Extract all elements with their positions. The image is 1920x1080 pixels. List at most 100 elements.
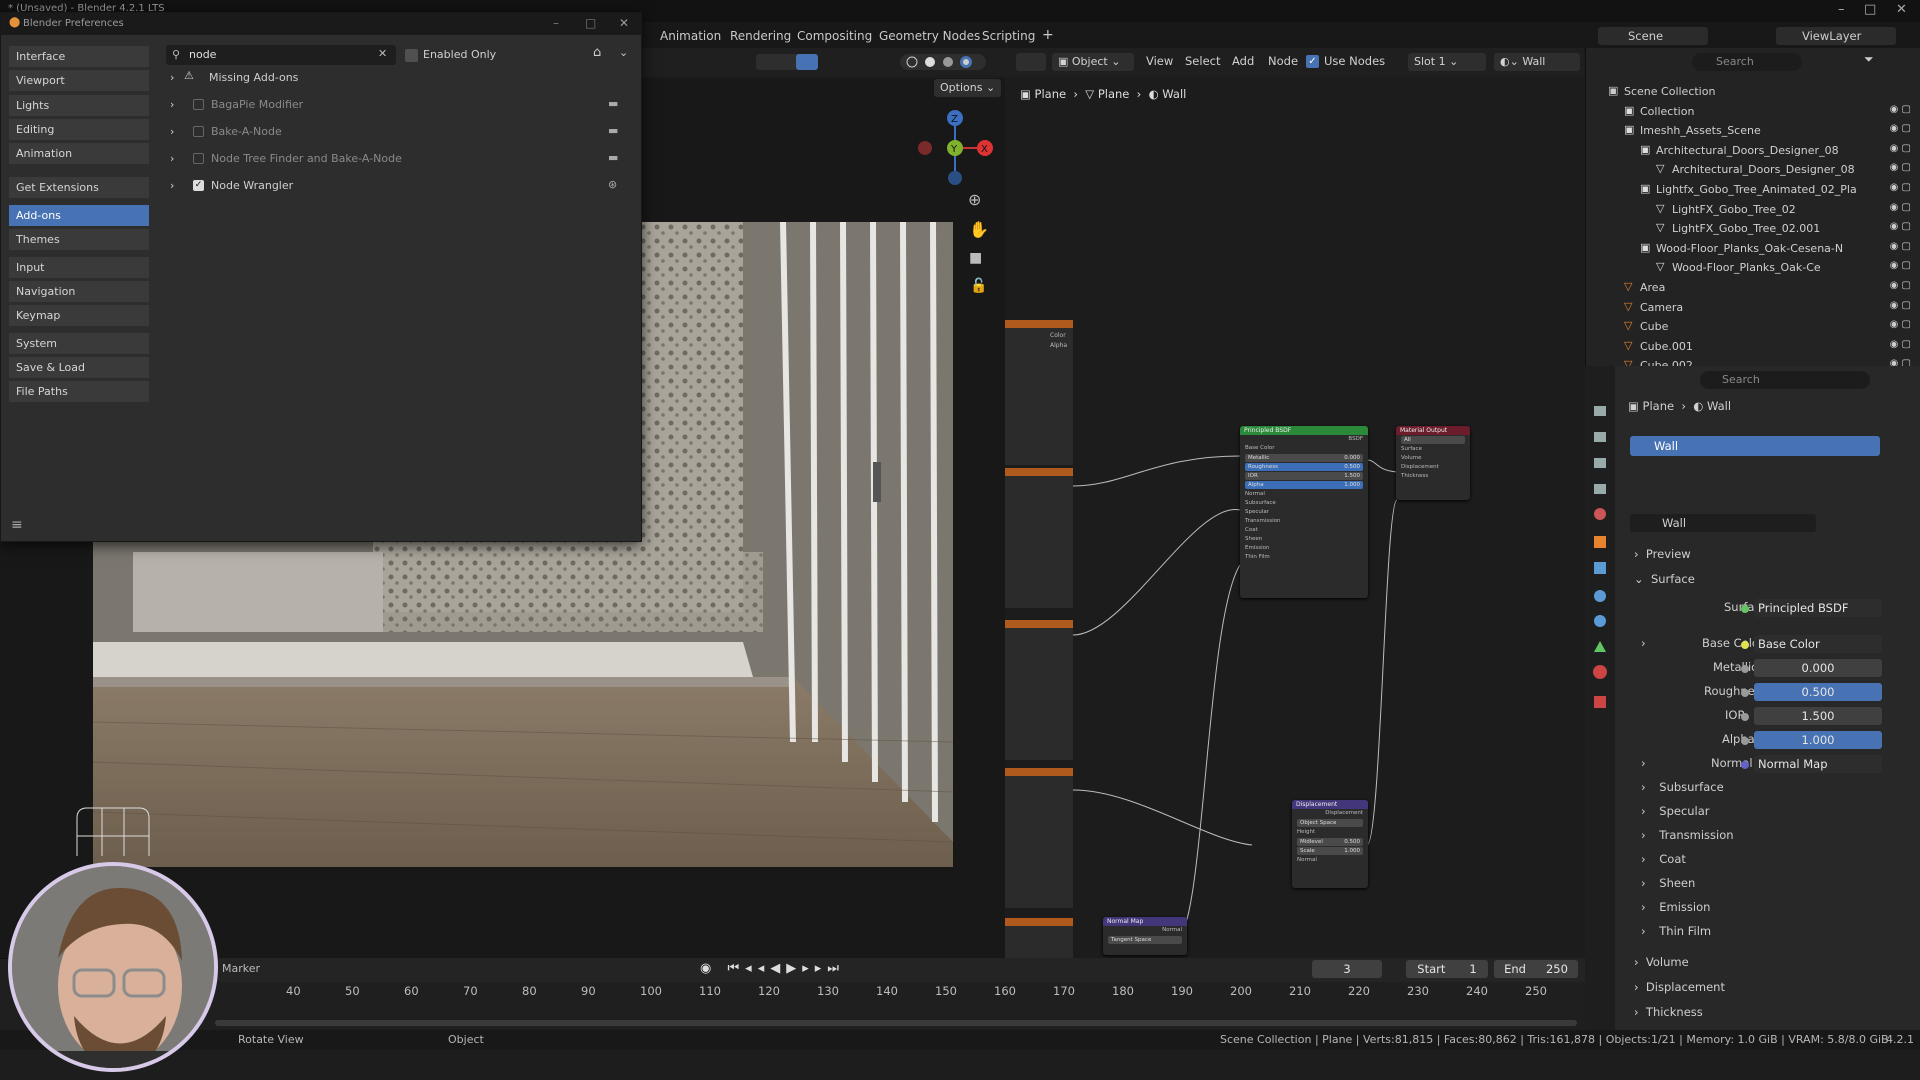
- pref-category-system[interactable]: System: [9, 333, 149, 354]
- missing-addons-row[interactable]: › ⚠ Missing Add-ons: [166, 65, 632, 91]
- visibility-toggle-icon[interactable]: ◉ ▢: [1890, 260, 1911, 271]
- editor-type-dropdown[interactable]: [1016, 53, 1046, 71]
- subpanel-emission[interactable]: › Emission: [1641, 900, 1710, 914]
- outliner-item[interactable]: ▣ Lightfx_Gobo_Tree_Animated_02_Pla ◉ ▢: [1586, 180, 1920, 199]
- timeline-scrollbar[interactable]: [215, 1020, 1577, 1026]
- visibility-toggle-icon[interactable]: ◉ ▢: [1890, 280, 1911, 291]
- visibility-toggle-icon[interactable]: ◉ ▢: [1890, 123, 1911, 134]
- tab-scripting[interactable]: Scripting: [982, 29, 1035, 43]
- prefs-minimize-icon[interactable]: –: [553, 16, 559, 30]
- tab-compositing[interactable]: Compositing: [797, 29, 872, 43]
- metallic-field[interactable]: 0.000: [1754, 659, 1882, 677]
- prefs-maximize-icon[interactable]: □: [585, 16, 596, 30]
- addon-row[interactable]: › ▬ Bake-A-Node: [166, 119, 632, 145]
- shading-modes[interactable]: [900, 54, 986, 70]
- expand-chevron-icon[interactable]: ›: [170, 125, 174, 138]
- panel-displacement[interactable]: › Displacement: [1634, 980, 1725, 994]
- filter-icon[interactable]: ⏷: [1864, 52, 1874, 67]
- pref-category-add-ons[interactable]: Add-ons: [9, 205, 149, 226]
- roughness-field[interactable]: 0.500: [1754, 683, 1882, 701]
- material-slot-wall[interactable]: Wall: [1630, 436, 1880, 456]
- panel-volume[interactable]: › Volume: [1634, 955, 1689, 969]
- outliner-item[interactable]: ▽ Cube.001 ◉ ▢: [1586, 337, 1920, 356]
- use-nodes-checkbox[interactable]: ✓: [1306, 55, 1319, 68]
- zoom-icon[interactable]: ⊕: [968, 190, 981, 209]
- pref-category-navigation[interactable]: Navigation: [9, 281, 149, 302]
- folder-icon[interactable]: ▬: [608, 151, 618, 164]
- displacement-space[interactable]: Object Space: [1297, 819, 1363, 827]
- image-texture-node-4[interactable]: [1005, 768, 1073, 908]
- tab-animation[interactable]: Animation: [660, 29, 721, 43]
- addon-search-input[interactable]: ⚲ node ✕: [166, 45, 396, 65]
- outliner-item[interactable]: ▽ Area ◉ ▢: [1586, 278, 1920, 297]
- outliner-item[interactable]: ▣ Wood-Floor_Planks_Oak-Cesena-N ◉ ▢: [1586, 239, 1920, 258]
- panel-surface[interactable]: ⌄ Surface: [1634, 572, 1695, 586]
- addon-enable-checkbox[interactable]: [193, 99, 204, 110]
- end-frame-field[interactable]: End 250: [1494, 960, 1578, 978]
- normal-field[interactable]: Normal Map: [1754, 755, 1882, 773]
- addon-enable-checkbox[interactable]: [193, 153, 204, 164]
- visibility-toggle-icon[interactable]: ◉ ▢: [1890, 241, 1911, 252]
- pref-category-editing[interactable]: Editing: [9, 119, 149, 140]
- transform-gizmo-toggle[interactable]: [796, 54, 818, 70]
- tab-geometry-nodes[interactable]: Geometry Nodes: [879, 29, 980, 43]
- preferences-window[interactable]: ⬤ Blender Preferences – □ ✕ Interface Vie…: [0, 12, 642, 542]
- node-sub-specular[interactable]: Specular: [1240, 508, 1368, 517]
- material-output-node[interactable]: Material Output All Surface Volume Displ…: [1396, 426, 1470, 500]
- visibility-toggle-icon[interactable]: ◉ ▢: [1890, 339, 1911, 350]
- addon-row[interactable]: › ▬ BagaPie Modifier: [166, 92, 632, 118]
- base-color-field[interactable]: Base Color: [1754, 635, 1882, 653]
- visibility-toggle-icon[interactable]: ◉ ▢: [1890, 182, 1911, 193]
- base-color-expand-icon[interactable]: ›: [1641, 636, 1646, 650]
- view-layer-selector[interactable]: ViewLayer: [1776, 27, 1896, 45]
- image-texture-node-2[interactable]: [1005, 468, 1073, 608]
- clear-search-icon[interactable]: ✕: [378, 47, 387, 60]
- expand-chevron-icon[interactable]: ›: [170, 152, 174, 165]
- outliner-item[interactable]: ▽ Cube ◉ ▢: [1586, 317, 1920, 336]
- outliner-item[interactable]: ▣ Imeshh_Assets_Scene ◉ ▢: [1586, 121, 1920, 140]
- pref-category-viewport[interactable]: Viewport: [9, 70, 149, 91]
- visibility-toggle-icon[interactable]: ◉ ▢: [1890, 202, 1911, 213]
- folder-icon[interactable]: ▬: [608, 97, 618, 110]
- outliner-item[interactable]: ▽ Camera ◉ ▢: [1586, 298, 1920, 317]
- pref-category-themes[interactable]: Themes: [9, 229, 149, 250]
- outliner-search[interactable]: Search: [1692, 53, 1802, 71]
- panel-preview[interactable]: › Preview: [1634, 547, 1691, 561]
- visibility-toggle-icon[interactable]: ◉ ▢: [1890, 143, 1911, 154]
- enabled-only-checkbox[interactable]: [405, 49, 418, 62]
- pref-category-animation[interactable]: Animation: [9, 143, 149, 164]
- material-selector[interactable]: ◐⌄ Wall: [1494, 53, 1580, 71]
- principled-bsdf-node[interactable]: Principled BSDF BSDF Base Color Metallic…: [1240, 426, 1368, 598]
- outliner-item[interactable]: ▣ Scene Collection: [1586, 82, 1920, 101]
- pref-category-get-extensions[interactable]: Get Extensions: [9, 177, 149, 198]
- playback-controls[interactable]: ◉ ⏮◂◂◀▶▸▸⏭: [700, 961, 845, 976]
- node-roughness[interactable]: Roughness 0.500: [1245, 463, 1363, 471]
- normal-expand-icon[interactable]: ›: [1641, 756, 1646, 770]
- lock-icon[interactable]: 🔓: [970, 278, 987, 294]
- menu-select[interactable]: Select: [1185, 54, 1220, 68]
- pref-category-keymap[interactable]: Keymap: [9, 305, 149, 326]
- subpanel-subsurface[interactable]: › Subsurface: [1641, 780, 1724, 794]
- maximize-icon[interactable]: □: [1864, 2, 1876, 17]
- image-texture-node-5[interactable]: [1005, 918, 1073, 958]
- outliner-item[interactable]: ▽ LightFX_Gobo_Tree_02 ◉ ▢: [1586, 200, 1920, 219]
- panel-thickness[interactable]: › Thickness: [1634, 1005, 1703, 1019]
- node-sub-emission[interactable]: Emission: [1240, 544, 1368, 553]
- navigation-gizmo[interactable]: Z X Y: [910, 104, 996, 192]
- node-alpha[interactable]: Alpha 1.000: [1245, 481, 1363, 489]
- marker-menu[interactable]: Marker: [222, 962, 260, 975]
- pref-category-save-load[interactable]: Save & Load: [9, 357, 149, 378]
- subpanel-thin-film[interactable]: › Thin Film: [1641, 924, 1711, 938]
- current-frame-field[interactable]: 3: [1312, 960, 1382, 978]
- node-sub-thin-film[interactable]: Thin Film: [1240, 553, 1368, 562]
- image-texture-node-3[interactable]: [1005, 620, 1073, 760]
- breadcrumb-object[interactable]: Plane: [1035, 87, 1067, 101]
- expand-chevron-icon[interactable]: ›: [170, 179, 174, 192]
- displacement-node[interactable]: Displacement Displacement Object Space H…: [1292, 800, 1368, 888]
- outliner-item[interactable]: ▽ LightFX_Gobo_Tree_02.001 ◉ ▢: [1586, 219, 1920, 238]
- subpanel-sheen[interactable]: › Sheen: [1641, 876, 1695, 890]
- close-icon[interactable]: ✕: [1896, 2, 1907, 17]
- pref-category-input[interactable]: Input: [9, 257, 149, 278]
- outliner-item[interactable]: ▣ Architectural_Doors_Designer_08 ◉ ▢: [1586, 141, 1920, 160]
- options-dropdown[interactable]: Options ⌄: [934, 79, 1002, 97]
